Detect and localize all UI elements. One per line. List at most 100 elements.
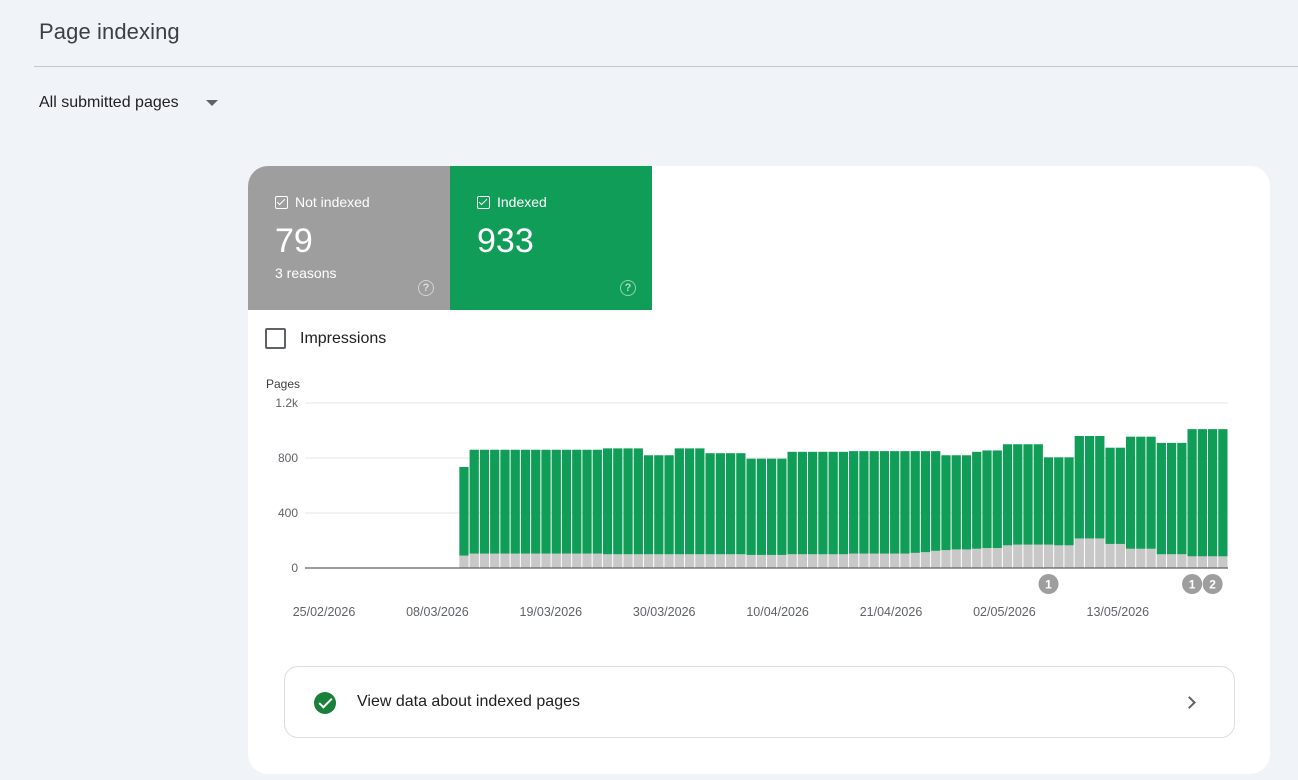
bar-not-indexed [1105,543,1115,568]
bar-indexed [951,455,961,550]
bar-not-indexed [1187,556,1197,568]
x-tick-label: 02/05/2026 [973,605,1036,619]
bar-not-indexed [1064,545,1074,568]
bar-not-indexed [623,554,633,568]
bar-indexed [459,466,469,556]
bar-not-indexed [510,553,520,568]
bar-indexed [910,451,920,553]
bar-indexed [1013,444,1023,545]
bar-indexed [1218,429,1228,557]
bar-indexed [746,458,756,555]
bar-not-indexed [808,554,818,568]
bar-not-indexed [797,554,808,568]
bar-indexed [725,453,736,555]
bar-not-indexed [1115,543,1125,568]
submitted-pages-filter[interactable]: All submitted pages [39,94,218,112]
bar-indexed [1095,436,1105,539]
bar-not-indexed [725,554,736,568]
bar-indexed [500,449,510,554]
bar-indexed [890,451,900,554]
bar-indexed [1207,429,1218,557]
not-indexed-tile[interactable]: Not indexed 79 3 reasons ? [248,166,450,310]
bar-not-indexed [859,553,869,568]
help-icon[interactable]: ? [620,280,636,296]
bar-indexed [808,451,818,555]
bar-indexed [1187,429,1197,557]
bar-not-indexed [1002,545,1013,568]
check-circle-icon [314,692,336,714]
bar-not-indexed [654,554,664,568]
bar-indexed [613,448,623,555]
bar-indexed [582,449,592,554]
bar-indexed [479,449,490,554]
bar-indexed [623,448,633,555]
bar-not-indexed [1177,554,1187,568]
bar-not-indexed [592,553,602,568]
bar-not-indexed [961,549,972,568]
view-indexed-pages-row[interactable]: View data about indexed pages [284,666,1235,738]
bar-indexed [1115,447,1125,544]
bar-indexed [1074,436,1084,539]
bar-not-indexed [787,554,797,568]
bar-not-indexed [767,554,777,568]
bar-indexed [838,451,849,555]
help-icon[interactable]: ? [418,280,434,296]
bar-not-indexed [838,554,849,568]
pages-chart: 0 400 800 1.2k 25/02/2026 08/03/2026 19/03/20… [275,396,1228,619]
bar-not-indexed [1013,544,1023,568]
bar-not-indexed [705,554,715,568]
not-indexed-label: Not indexed [295,194,370,210]
bar-indexed [592,449,602,554]
bar-not-indexed [910,552,920,568]
bar-not-indexed [1146,548,1156,568]
bar-not-indexed [500,553,510,568]
bar-indexed [1064,457,1074,546]
bar-not-indexed [951,549,961,568]
bar-not-indexed [531,553,541,568]
bar-not-indexed [1084,538,1095,568]
bar-not-indexed [1166,554,1177,568]
bar-indexed [1156,442,1166,555]
y-tick-label: 1.2k [275,396,299,410]
bar-indexed [859,451,869,554]
bar-indexed [531,449,541,554]
bar-not-indexed [1023,544,1033,568]
bar-not-indexed [1207,556,1218,568]
x-tick-label: 10/04/2026 [746,605,809,619]
impressions-checkbox[interactable] [265,328,286,349]
indexed-tile[interactable]: Indexed 933 ? [450,166,652,310]
bar-not-indexed [551,553,561,568]
page-title: Page indexing [39,19,180,44]
bar-indexed [972,451,982,549]
bar-indexed [633,448,643,555]
bar-indexed [520,449,531,554]
bar-indexed [756,458,766,555]
bar-not-indexed [982,548,992,568]
bar-indexed [490,449,500,554]
bar-not-indexed [920,552,931,568]
bar-not-indexed [746,554,756,568]
bar-indexed [572,449,582,554]
bar-not-indexed [1136,548,1146,568]
bar-indexed [920,451,931,553]
bar-not-indexed [1218,556,1228,568]
bar-not-indexed [479,553,490,568]
header-divider [34,66,1298,67]
filter-label: All submitted pages [39,94,179,111]
bar-not-indexed [931,550,941,568]
impressions-toggle[interactable]: Impressions [265,328,386,349]
bar-indexed [1166,442,1177,555]
bar-not-indexed [828,554,838,568]
bar-indexed [961,455,972,550]
x-tick-label: 08/03/2026 [406,605,469,619]
bar-not-indexed [941,550,951,568]
bar-indexed [736,453,746,555]
bar-not-indexed [777,554,787,568]
bar-not-indexed [490,553,500,568]
bar-indexed [1136,436,1146,549]
y-tick-label: 0 [291,561,298,575]
bar-indexed [664,455,674,555]
bar-indexed [828,451,838,555]
bar-indexed [849,451,859,554]
not-indexed-count: 79 [275,222,313,260]
